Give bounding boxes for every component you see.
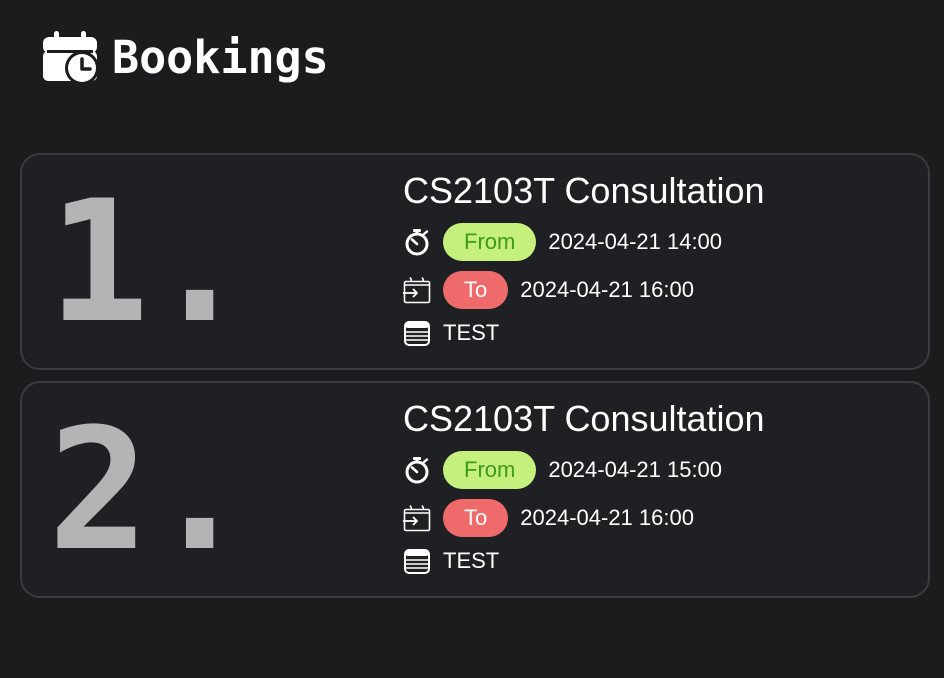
to-badge: To (443, 271, 509, 309)
booking-note: TEST (443, 548, 500, 573)
booking-details: CS2103T Consultation From 2024-04-21 14:… (403, 171, 765, 349)
booking-index: 1. (48, 163, 251, 360)
booking-from-time: 2024-04-21 15:00 (548, 457, 723, 482)
booking-note-row: TEST (403, 545, 765, 577)
booking-from-time: 2024-04-21 14:00 (548, 229, 723, 254)
booking-title: CS2103T Consultation (403, 398, 765, 439)
booking-to-time: 2024-04-21 16:00 (520, 505, 694, 530)
booking-from-row: From 2024-04-21 14:00 (403, 223, 765, 261)
booking-note-row: TEST (403, 317, 765, 349)
booking-card[interactable]: 2. CS2103T Consultation From 2024-04-21 … (20, 381, 930, 598)
to-badge: To (443, 499, 509, 537)
from-badge: From (443, 451, 537, 489)
booking-to-time: 2024-04-21 16:00 (520, 277, 694, 302)
page-title: Bookings (112, 31, 329, 84)
notes-icon (404, 549, 430, 574)
calendar-arrow-icon (403, 277, 431, 304)
booking-note: TEST (443, 320, 500, 345)
calendar-clock-icon (43, 31, 99, 85)
notes-icon (404, 321, 430, 346)
calendar-arrow-icon (403, 505, 431, 532)
booking-from-row: From 2024-04-21 15:00 (403, 451, 765, 489)
booking-to-row: To 2024-04-21 16:00 (403, 499, 765, 537)
booking-title: CS2103T Consultation (403, 170, 765, 211)
booking-index: 2. (48, 391, 251, 588)
bookings-panel: Bookings 1. CS2103T Consultation From 20… (0, 0, 944, 678)
stopwatch-icon (405, 457, 429, 484)
stopwatch-icon (405, 229, 429, 256)
booking-details: CS2103T Consultation From 2024-04-21 15:… (403, 399, 765, 577)
bookings-header: Bookings (42, 30, 329, 86)
booking-card[interactable]: 1. CS2103T Consultation From 2024-04-21 … (20, 153, 930, 370)
booking-to-row: To 2024-04-21 16:00 (403, 271, 765, 309)
from-badge: From (443, 223, 537, 261)
